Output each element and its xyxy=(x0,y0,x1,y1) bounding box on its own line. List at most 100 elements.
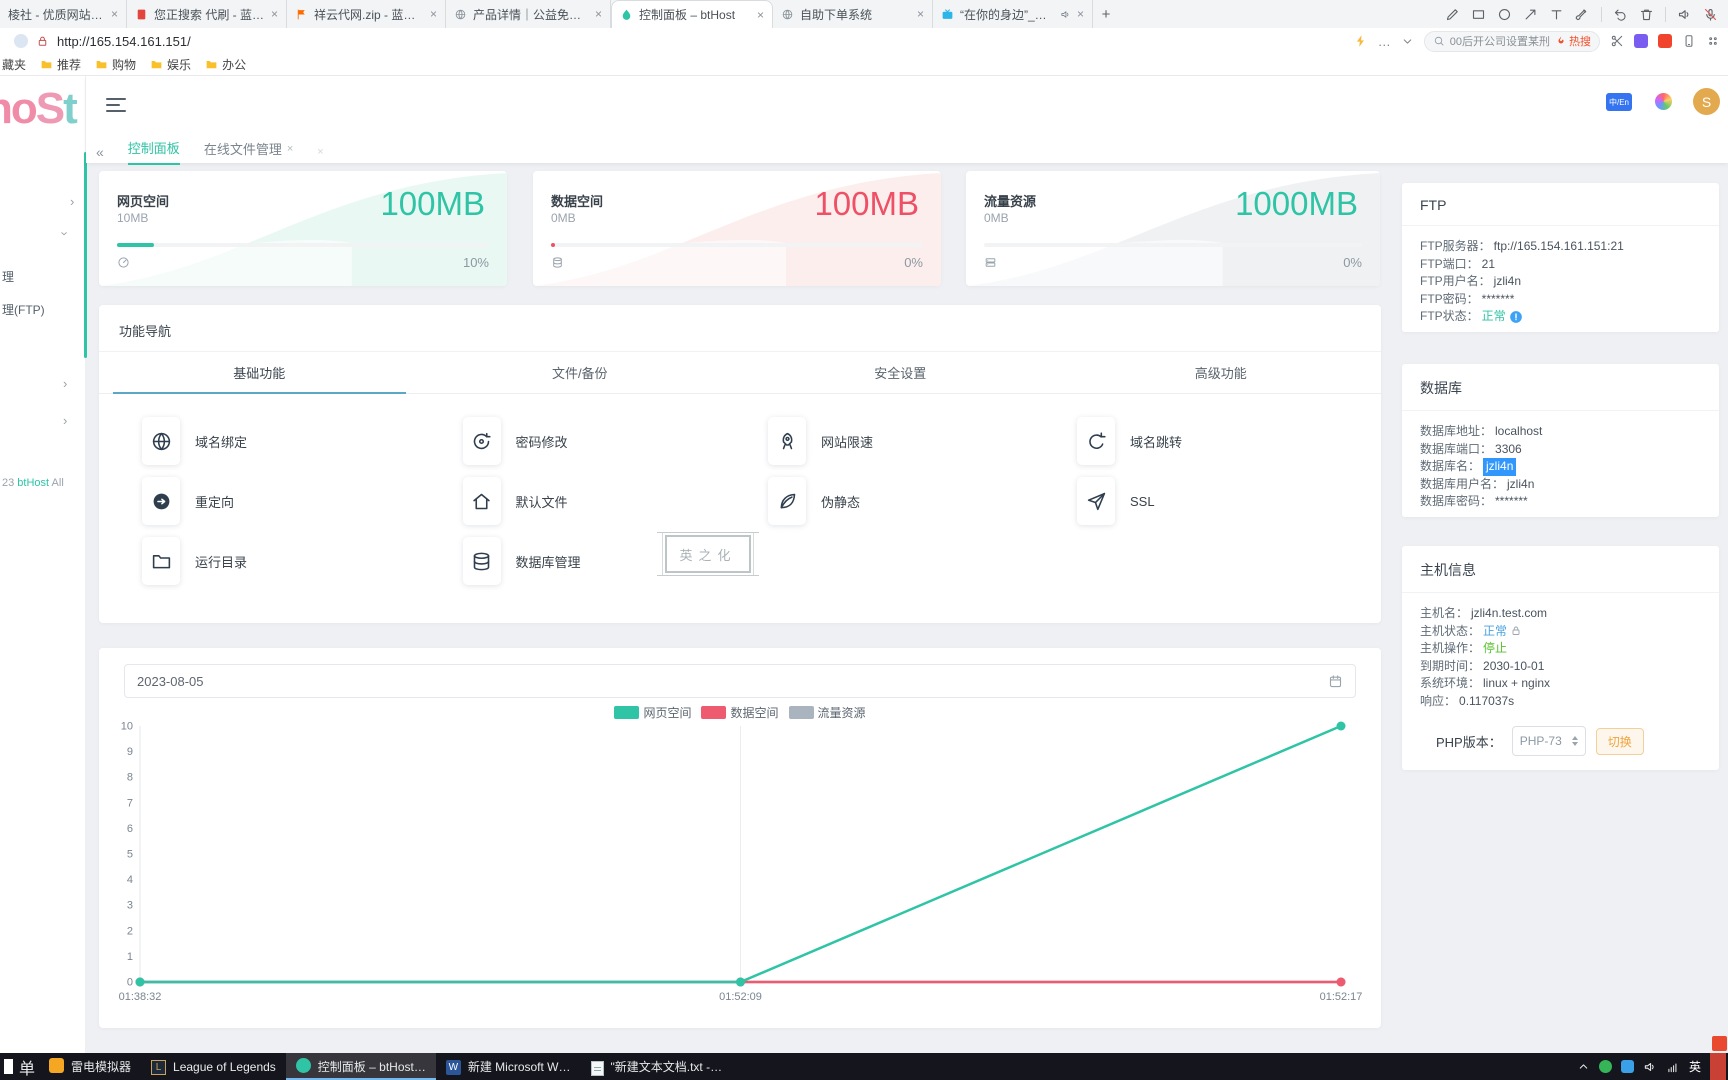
info-label: 到期时间： xyxy=(1420,658,1480,676)
chevron-down-icon[interactable] xyxy=(1401,35,1414,48)
undo-icon[interactable] xyxy=(1613,7,1628,22)
taskbar-edge-fragment[interactable]: 单 xyxy=(0,1053,39,1080)
text-icon[interactable] xyxy=(1549,7,1564,22)
sidebar-collapse-icon[interactable]: › xyxy=(58,231,73,235)
bookmark-folder-娱乐[interactable]: 娱乐 xyxy=(150,56,191,73)
pencil-icon[interactable] xyxy=(1445,7,1460,22)
feature-item-8[interactable]: SSL xyxy=(1077,477,1155,525)
browser-tab-7[interactable]: “在你的身边”_哔哩哔哩_bi× xyxy=(933,0,1093,28)
tab-close-icon[interactable]: × xyxy=(430,7,437,21)
info-icon xyxy=(1509,310,1523,324)
feature-item-9[interactable]: 运行目录 xyxy=(142,537,247,585)
nav-tab-1[interactable]: 基础功能 xyxy=(99,352,420,393)
extension-icon[interactable] xyxy=(14,34,28,48)
taskbar-item-5[interactable]: "新建文本文档.txt -… xyxy=(581,1053,733,1080)
bookmark-folder-购物[interactable]: 购物 xyxy=(95,56,136,73)
speaker-icon[interactable] xyxy=(1677,7,1692,22)
workspace-tab-2[interactable]: 在线文件管理× xyxy=(204,139,293,164)
arrow-icon[interactable] xyxy=(1523,7,1538,22)
bookmark-folder-推荐[interactable]: 推荐 xyxy=(40,56,81,73)
theme-palette-icon[interactable] xyxy=(1655,93,1672,110)
feature-item-5[interactable]: 重定向 xyxy=(142,477,234,525)
purple-extension-icon[interactable] xyxy=(1634,34,1648,48)
lightning-icon[interactable] xyxy=(1354,34,1368,48)
tab-collapse-icon[interactable]: « xyxy=(96,144,104,160)
tab-sound-icon[interactable] xyxy=(1060,9,1071,20)
feature-item-3[interactable]: 网站限速 xyxy=(768,417,873,465)
taskbar-item-1[interactable]: 雷电模拟器 xyxy=(39,1053,141,1080)
sidebar-expand-icon-2[interactable]: › xyxy=(63,376,67,391)
calendar-icon[interactable] xyxy=(1328,674,1343,689)
browser-tab-5[interactable]: 控制面板 – btHost× xyxy=(611,0,773,28)
new-tab-button[interactable]: + xyxy=(1093,0,1119,28)
show-desktop-corner[interactable] xyxy=(1710,1053,1726,1080)
nav-tab-2[interactable]: 文件/备份 xyxy=(420,352,741,393)
tab-close-icon[interactable]: × xyxy=(917,7,924,21)
stat-percent: 0% xyxy=(1343,255,1362,270)
feature-item-4[interactable]: 域名跳转 xyxy=(1077,417,1182,465)
tab-close-icon[interactable]: × xyxy=(1077,7,1084,21)
tray-expand-icon[interactable] xyxy=(1577,1060,1590,1073)
microphone-muted-icon[interactable] xyxy=(1703,7,1718,22)
quick-search-box[interactable]: 00后开公司设置某刑热搜 xyxy=(1424,31,1600,52)
overlay-red-badge[interactable] xyxy=(1712,1036,1727,1051)
php-switch-button[interactable]: 切换 xyxy=(1596,728,1644,755)
tray-blue-icon[interactable] xyxy=(1621,1060,1634,1073)
taskbar-item-3[interactable]: 控制面板 – btHost… xyxy=(286,1053,436,1080)
phone-sync-icon[interactable] xyxy=(1682,34,1696,48)
sidebar-item-file-manage[interactable]: 理 xyxy=(2,268,14,285)
tab-close-icon[interactable]: × xyxy=(757,8,764,22)
legend-item-流量资源[interactable]: 流量资源 xyxy=(789,704,866,721)
php-version-select[interactable]: PHP-73 xyxy=(1512,726,1586,756)
feature-item-10[interactable]: 数据库管理 xyxy=(463,537,581,585)
network-icon[interactable] xyxy=(1666,1060,1680,1074)
browser-tab-2[interactable]: 您正搜索 代刷 - 蓝棱社× xyxy=(127,0,287,28)
language-switch-icon[interactable]: 中/En xyxy=(1606,93,1632,111)
feature-item-2[interactable]: 密码修改 xyxy=(463,417,568,465)
security-lock-icon[interactable] xyxy=(36,35,49,48)
sidebar-expand-icon-3[interactable]: › xyxy=(63,413,67,428)
avatar[interactable]: S xyxy=(1693,88,1720,115)
date-picker-input[interactable]: 2023-08-05 xyxy=(124,664,1356,698)
ellipse-icon[interactable] xyxy=(1497,7,1512,22)
feature-item-6[interactable]: 默认文件 xyxy=(463,477,568,525)
tab-close-icon[interactable]: × xyxy=(271,7,278,21)
hot-search-badge[interactable]: 热搜 xyxy=(1555,33,1591,49)
sidebar-item-ftp-manage[interactable]: 理(FTP) xyxy=(2,301,45,318)
nav-tab-3[interactable]: 安全设置 xyxy=(740,352,1061,393)
browser-tab-3[interactable]: 祥云代网.zip - 蓝奏云× xyxy=(287,0,446,28)
info-value[interactable]: 停止 xyxy=(1483,640,1507,658)
apps-grid-icon[interactable] xyxy=(1706,34,1720,48)
bookmark-folder-办公[interactable]: 办公 xyxy=(205,56,246,73)
rectangle-icon[interactable] xyxy=(1471,7,1486,22)
workspace-tab-1[interactable]: 控制面板 xyxy=(128,138,180,165)
browser-tab-4[interactable]: 产品详情｜公益免费主机互联× xyxy=(446,0,611,28)
url-text[interactable]: http://165.154.161.151/ xyxy=(57,34,191,49)
info-value[interactable]: jzli4n xyxy=(1483,458,1516,476)
red-extension-icon[interactable] xyxy=(1658,34,1672,48)
menu-toggle-icon[interactable] xyxy=(106,94,126,116)
scissors-icon[interactable] xyxy=(1610,34,1624,48)
feature-item-1[interactable]: 域名绑定 xyxy=(142,417,247,465)
copyright-brand-link[interactable]: btHost xyxy=(17,477,49,489)
tray-green-icon[interactable] xyxy=(1599,1060,1612,1073)
legend-item-网页空间[interactable]: 网页空间 xyxy=(614,704,691,721)
volume-icon[interactable] xyxy=(1643,1060,1657,1074)
workspace-tab-close-icon[interactable]: × xyxy=(287,143,293,155)
folder-icon xyxy=(150,58,163,71)
taskbar-item-4[interactable]: W新建 Microsoft W… xyxy=(436,1053,581,1080)
tab-close-icon[interactable]: × xyxy=(595,7,602,21)
brush-icon[interactable] xyxy=(1575,7,1590,22)
bookmark-favorites-cut[interactable]: 藏夹 xyxy=(2,56,26,73)
taskbar-item-2[interactable]: LLeague of Legends xyxy=(141,1053,286,1080)
legend-item-数据空间[interactable]: 数据空间 xyxy=(701,704,778,721)
feature-item-7[interactable]: 伪静态 xyxy=(768,477,860,525)
browser-tab-6[interactable]: 自助下单系统× xyxy=(773,0,933,28)
sidebar-expand-icon[interactable]: › xyxy=(70,194,74,209)
nav-tab-4[interactable]: 高级功能 xyxy=(1061,352,1382,393)
browser-tab-1[interactable]: 棱社 - 优质网站源码与插件× xyxy=(0,0,127,28)
trash-icon[interactable] xyxy=(1639,7,1654,22)
ime-language-indicator[interactable]: 英 xyxy=(1689,1058,1701,1075)
tab-close-icon[interactable]: × xyxy=(111,7,118,21)
more-icon[interactable]: … xyxy=(1378,34,1391,49)
